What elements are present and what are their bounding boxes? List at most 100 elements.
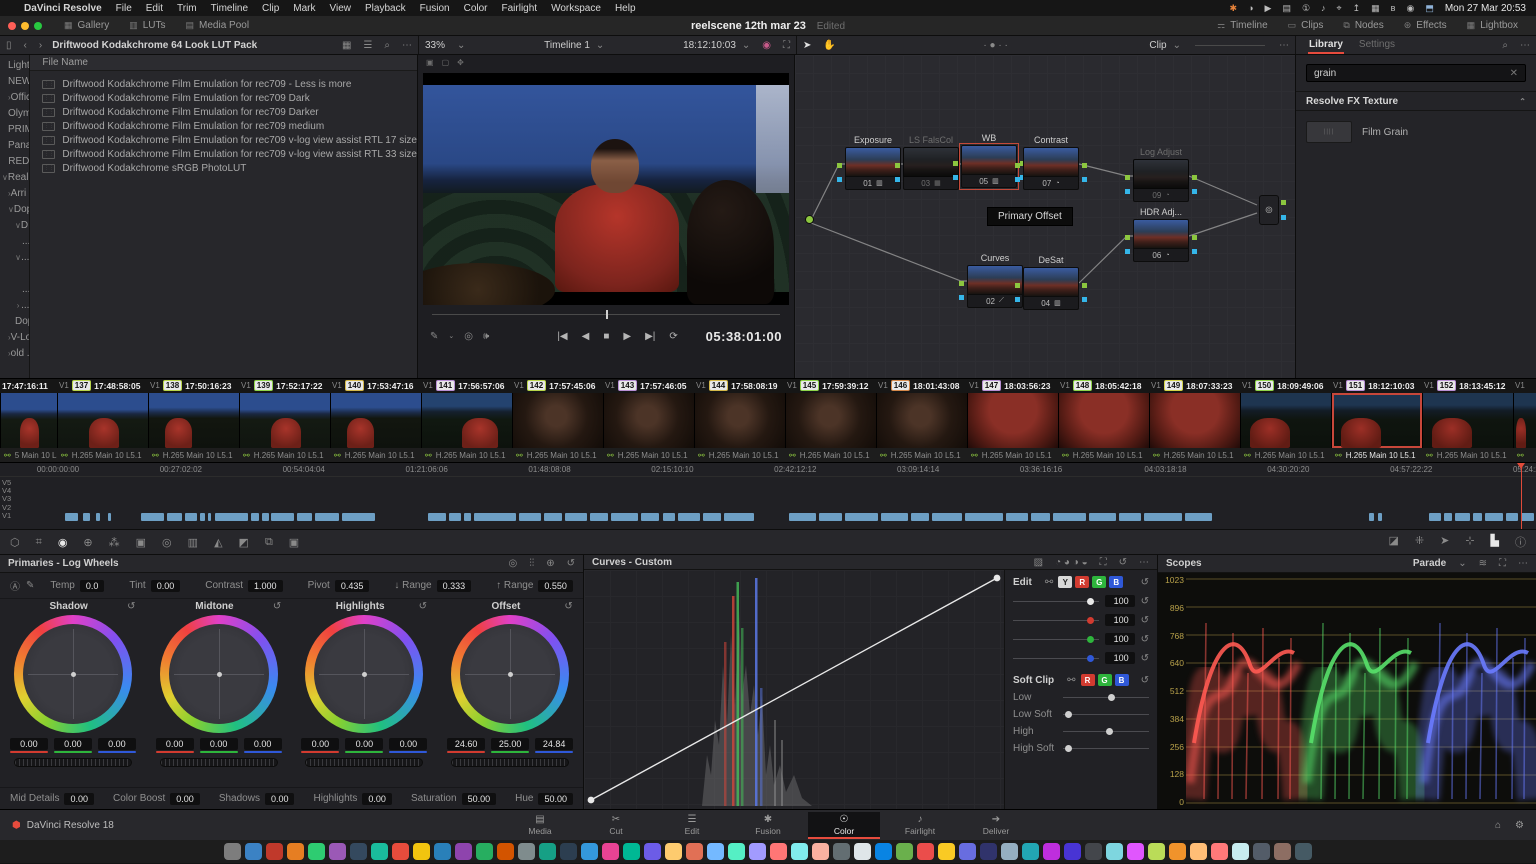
toolbar-left-button[interactable]: ▥ LUTs — [119, 16, 175, 36]
lut-tree-folder[interactable]: ∨ D... — [0, 217, 29, 233]
menubar-status-icon[interactable]: ◑ — [1248, 3, 1253, 13]
dock-app-icon[interactable] — [938, 843, 955, 860]
dock-app-icon[interactable] — [686, 843, 703, 860]
menubar-status-icon[interactable]: ▦ — [1371, 3, 1380, 14]
adjustment-value[interactable]: 0.00 — [64, 793, 94, 805]
timeline-clip-segment[interactable] — [200, 513, 205, 521]
viewer-overlay-icon-2[interactable]: ▢ — [442, 58, 450, 69]
scope-mode-dropdown-icon[interactable]: ⌄ — [1458, 558, 1466, 569]
timeline-clip[interactable]: V1 146 18:01:43:08 ⚯ H.265 Main 10 L5.1 — [876, 379, 967, 462]
softclip-slider-handle[interactable] — [1108, 694, 1115, 701]
channel-button[interactable]: R — [1075, 576, 1089, 588]
timeline-clip-segment[interactable] — [1369, 513, 1374, 521]
node-key-output-pin[interactable] — [1082, 297, 1087, 302]
scope-settings-icon[interactable]: ≋ — [1479, 558, 1487, 569]
motion-effects-icon[interactable]: ▣ — [136, 536, 146, 549]
node-key-output-pin[interactable] — [1082, 177, 1087, 182]
audio-mute-icon[interactable]: 🕪 — [483, 331, 489, 342]
softclip-channel-button[interactable]: R — [1081, 674, 1095, 686]
timeline-clip-segment[interactable] — [1429, 513, 1441, 521]
wheel-red-value[interactable]: 0.00 — [301, 738, 339, 750]
color-node[interactable]: Log Adjust 09 ◔ — [1133, 147, 1189, 202]
page-tab[interactable]: ▤ Media — [504, 812, 576, 839]
lut-tree-folder[interactable]: ... — [0, 281, 29, 297]
softclip-channel-button[interactable]: G — [1098, 674, 1112, 686]
library-search-icon[interactable]: ⌕ — [1496, 40, 1514, 51]
pan-tool-icon[interactable]: ✋ — [817, 40, 841, 51]
timeline-clip[interactable]: V1 140 17:53:47:16 ⚯ H.265 Main 10 L5.1 — [330, 379, 421, 462]
wheel-blue-value[interactable]: 0.00 — [98, 738, 136, 750]
dock-app-icon[interactable] — [728, 843, 745, 860]
wheel-ring[interactable] — [14, 615, 132, 733]
wheel-red-value[interactable]: 0.00 — [10, 738, 48, 750]
search-icon[interactable]: ⌕ — [378, 40, 396, 51]
timeline-clip[interactable]: V1 150 18:09:49:06 ⚯ H.265 Main 10 L5.1 — [1240, 379, 1331, 462]
timeline-clip-segment[interactable] — [1378, 513, 1383, 521]
play-button[interactable]: ▶ — [623, 331, 631, 342]
node-zoom-slider[interactable] — [1195, 45, 1265, 46]
timeline-clip[interactable]: V1 151 18:12:10:03 ⚯ H.265 Main 10 L5.1 — [1331, 379, 1422, 462]
timeline-clip[interactable]: V1 141 17:56:57:06 ⚯ H.265 Main 10 L5.1 — [421, 379, 512, 462]
menubar-status-icon[interactable]: ✱ — [1230, 3, 1238, 14]
video-track-v1[interactable] — [30, 513, 1536, 521]
timeline-clip-segment[interactable] — [108, 513, 111, 521]
node-key-input-pin[interactable] — [837, 177, 842, 182]
softclip-slider-handle[interactable] — [1065, 745, 1072, 752]
hdr-wheels-icon[interactable]: ⊕ — [83, 536, 92, 549]
timeline-clip-segment[interactable] — [65, 513, 79, 521]
wheel-ring[interactable] — [451, 615, 569, 733]
toolbar-right-button[interactable]: ▭ Clips — [1278, 16, 1334, 36]
fx-item-film-grain[interactable]: |||| Film Grain — [1306, 121, 1526, 143]
node-key-input-pin[interactable] — [1125, 189, 1130, 194]
timeline-selector[interactable]: Timeline 1 — [544, 40, 590, 51]
node-key-input-pin[interactable] — [1125, 249, 1130, 254]
softclip-slider-track[interactable] — [1063, 748, 1149, 749]
timeline-clip-segment[interactable] — [428, 513, 446, 521]
clip-dropdown-icon[interactable]: ⌄ — [1167, 40, 1187, 51]
clip-thumbnail[interactable] — [1513, 393, 1536, 448]
clip-thumbnail[interactable] — [1422, 393, 1513, 448]
wheel-reset-icon[interactable]: ↺ — [419, 601, 427, 612]
lut-tree-folder[interactable]: PRIMER — [0, 121, 29, 137]
menubar-menu[interactable]: Fairlight — [502, 3, 538, 14]
timeline-clip-segment[interactable] — [544, 513, 562, 521]
curves-title[interactable]: Curves - Custom — [592, 557, 672, 568]
dock-app-icon[interactable] — [833, 843, 850, 860]
page-tab[interactable]: ✱ Fusion — [732, 812, 804, 839]
reset-icon[interactable]: ↺ — [1119, 557, 1127, 568]
timeline-clip-segment[interactable] — [724, 513, 754, 521]
timeline-clip-segment[interactable] — [251, 513, 259, 521]
parade-scope[interactable]: 10238967686405123842561280 — [1158, 573, 1536, 809]
timeline-clip-segment[interactable] — [1506, 513, 1518, 521]
timeline-clip-segment[interactable] — [819, 513, 842, 521]
lut-tree-folder[interactable]: › ... — [0, 297, 29, 313]
node-rgb-input-pin[interactable] — [895, 163, 900, 168]
adjustment-value[interactable]: 0.00 — [170, 793, 200, 805]
dock-app-icon[interactable] — [497, 843, 514, 860]
slider-value[interactable]: 100 — [1105, 614, 1135, 626]
page-tab[interactable]: ➔ Deliver — [960, 812, 1032, 839]
wheel-master-slider[interactable] — [160, 758, 278, 767]
sizing-icon[interactable]: ⌗ — [36, 536, 42, 549]
menubar-status-icon[interactable]: ◉ — [1406, 3, 1414, 14]
timeline-clip-segment[interactable] — [1185, 513, 1212, 521]
timeline-clip[interactable]: V1 ⚯ — [1513, 379, 1536, 462]
dock-app-icon[interactable] — [413, 843, 430, 860]
dock-app-icon[interactable] — [434, 843, 451, 860]
slider-reset-icon[interactable]: ↺ — [1141, 634, 1149, 645]
key-icon[interactable]: ◩ — [239, 536, 249, 549]
lut-tree-folder[interactable]: RED — [0, 153, 29, 169]
clip-thumbnail[interactable] — [421, 393, 512, 448]
fx-category-header[interactable]: Resolve FX Texture ⌃ — [1296, 91, 1536, 111]
dock-app-icon[interactable] — [455, 843, 472, 860]
timeline-clip-segment[interactable] — [1119, 513, 1142, 521]
viewer-timecode[interactable]: 18:12:10:03 — [683, 40, 736, 51]
clip-thumbnail[interactable] — [57, 393, 148, 448]
lut-file-row[interactable]: ⋮⋮ Driftwood Kodakchrome Film Emulation … — [30, 77, 417, 91]
clip-thumbnail[interactable] — [1331, 393, 1422, 448]
eyedropper-icon[interactable]: ✎ — [430, 331, 438, 342]
toolbar-left-button[interactable]: ▦ Gallery — [54, 16, 119, 36]
curve-hue-icons[interactable]: ◔ ◕ ◑ ◒ — [1055, 557, 1088, 568]
toolbar-right-button[interactable]: ⊛ Effects — [1394, 16, 1457, 36]
dock-app-icon[interactable] — [329, 843, 346, 860]
